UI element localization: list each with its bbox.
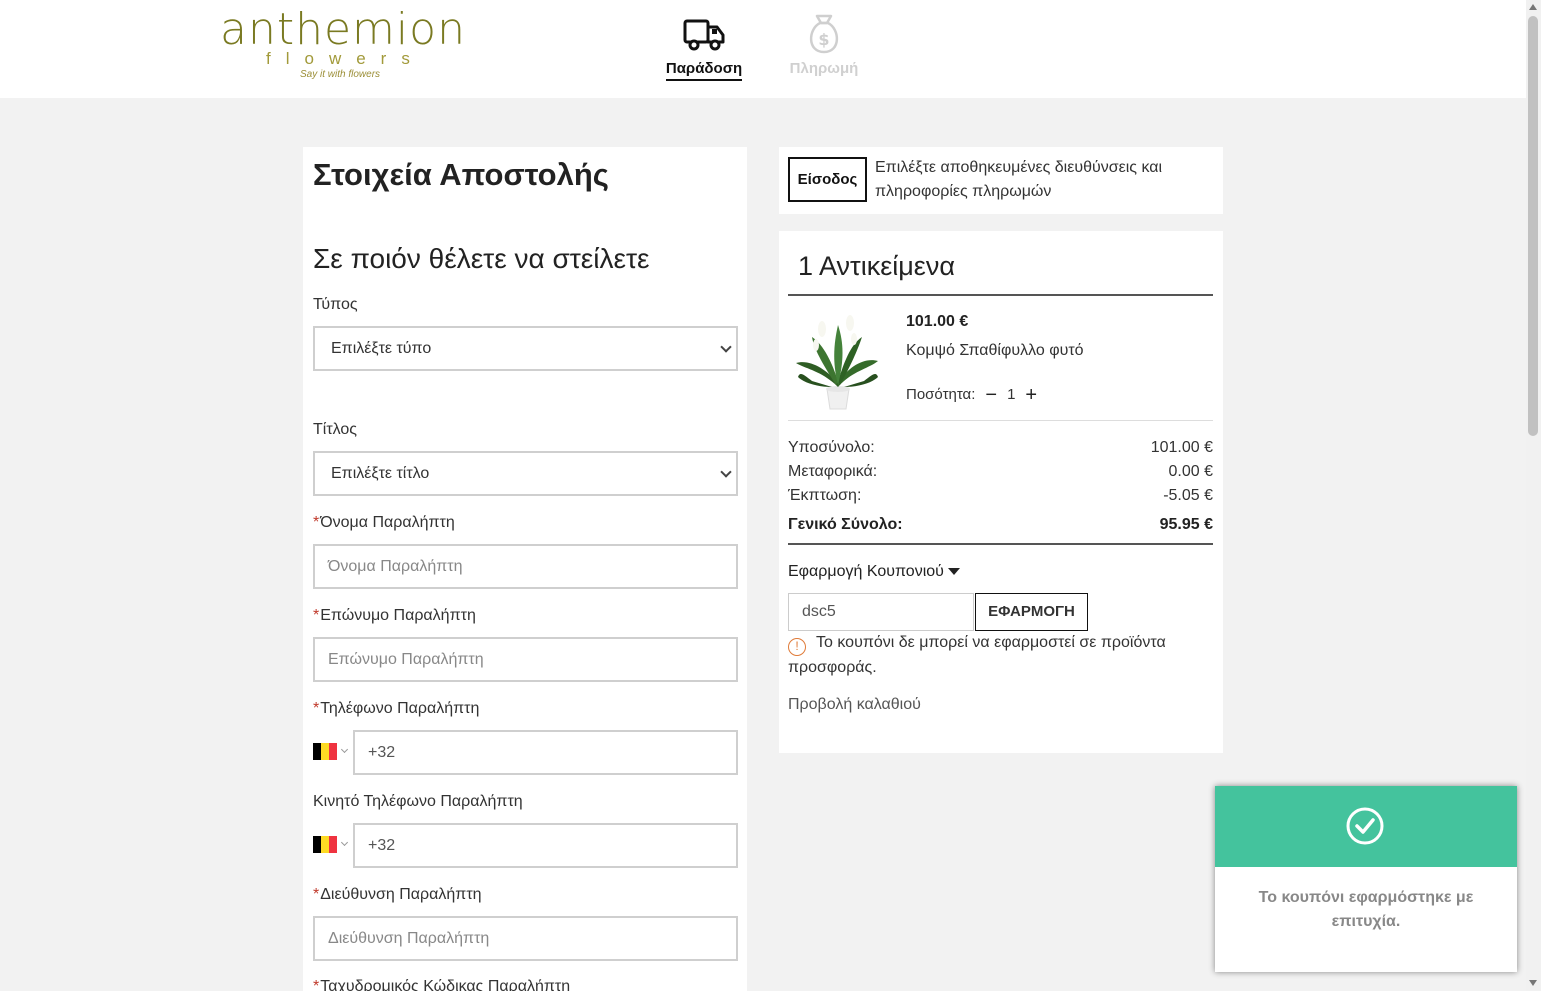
decrease-quantity-button[interactable]: − — [985, 385, 997, 405]
login-description: Επιλέξτε αποθηκευμένες διευθύνσεις και π… — [875, 159, 1163, 200]
coupon-toggle-label: Εφαρμογή Κουπονιού — [788, 563, 944, 580]
address-field[interactable]: Διεύθυνση Παραλήπτη — [313, 916, 738, 961]
scroll-thumb[interactable] — [1528, 16, 1538, 436]
coupon-input[interactable]: dsc5 — [788, 593, 974, 631]
view-cart-link[interactable]: Προβολή καλαθιού — [788, 696, 921, 714]
total-row: Γενικό Σύνολο: 95.95 € — [788, 516, 1213, 534]
scroll-up-icon[interactable] — [1529, 4, 1537, 10]
cart-summary: 1 Αντικείμενα 101.00 € Κομψό Σπαθίφυλλο … — [779, 231, 1223, 753]
page-title: Στοιχεία Αποστολής — [313, 157, 609, 192]
logo-tagline: Say it with flowers — [300, 69, 381, 80]
scroll-down-icon[interactable] — [1529, 980, 1537, 986]
discount-row: Έκπτωση: -5.05 € — [788, 487, 1213, 505]
coupon-error-text: Το κουπόνι δε μπορεί να εφαρμοστεί σε πρ… — [788, 634, 1166, 676]
required-mark: * — [313, 978, 320, 991]
increase-quantity-button[interactable]: + — [1025, 385, 1037, 405]
login-button[interactable]: Είσοδος — [788, 157, 867, 202]
discount-label: Έκπτωση: — [788, 487, 862, 504]
discount-value: -5.05 € — [1163, 487, 1213, 504]
success-toast[interactable]: Το κουπόνι εφαρμόστηκε με επιτυχία. — [1215, 786, 1517, 972]
required-mark: * — [313, 607, 320, 624]
subtotal-value: 101.00 € — [1150, 439, 1213, 456]
subtotal-label: Υποσύνολο: — [788, 439, 875, 456]
check-circle-icon — [1346, 807, 1384, 845]
first-name-field[interactable]: Όνομα Παραλήπτη — [313, 544, 738, 589]
product-image[interactable] — [792, 311, 882, 411]
title-select[interactable]: Επιλέξτε τίτλο — [313, 451, 738, 496]
login-box: Είσοδος Επιλέξτε αποθηκευμένες διευθύνσε… — [779, 147, 1223, 214]
page-scrollbar[interactable] — [1526, 0, 1541, 991]
step-payment[interactable]: $ Πληρωμή — [779, 12, 869, 79]
svg-text:$: $ — [818, 30, 829, 49]
product-name[interactable]: Κομψό Σπαθίφυλλο φυτό — [906, 342, 1084, 360]
shipping-value: 0.00 € — [1168, 463, 1213, 480]
chevron-down-icon — [720, 341, 732, 353]
apply-coupon-button[interactable]: ΕΦΑΡΜΟΓΗ — [975, 593, 1088, 631]
phone-label-text: Τηλέφωνο Παραλήπτη — [320, 700, 480, 717]
title-select-value: Επιλέξτε τίτλο — [331, 465, 430, 482]
shipping-row: Μεταφορικά: 0.00 € — [788, 463, 1213, 481]
warning-icon: ! — [788, 638, 806, 656]
logo-main-text: anthemion — [220, 4, 466, 55]
header: anthemion flowers Say it with flowers Πα… — [0, 0, 1526, 98]
phone-field[interactable]: +32 — [353, 730, 738, 775]
chevron-down-icon — [720, 466, 732, 478]
coupon-toggle[interactable]: Εφαρμογή Κουπονιού — [788, 563, 960, 581]
toast-header — [1215, 786, 1517, 867]
first-name-label-text: Όνομα Παραλήπτη — [320, 514, 455, 531]
title-label: Τίτλος — [313, 421, 358, 438]
quantity-stepper: Ποσότητα: − 1 + — [906, 385, 1037, 405]
last-name-label: *Επώνυμο Παραλήπτη — [313, 607, 476, 625]
belgium-flag-icon[interactable] — [313, 743, 337, 760]
divider — [788, 420, 1213, 421]
cart-title: 1 Αντικείμενα — [798, 251, 955, 281]
address-label-text: Διεύθυνση Παραλήπτη — [320, 886, 482, 903]
money-bag-icon: $ — [809, 14, 839, 54]
postal-label: *Ταχυδρομικός Κώδικας Παραλήπτη — [313, 978, 570, 991]
first-name-label: *Όνομα Παραλήπτη — [313, 514, 455, 532]
country-caret-icon[interactable] — [340, 838, 349, 847]
subtotal-row: Υποσύνολο: 101.00 € — [788, 439, 1213, 457]
caret-down-icon — [947, 568, 960, 576]
last-name-label-text: Επώνυμο Παραλήπτη — [320, 607, 476, 624]
step-delivery-label: Παράδοση — [665, 60, 743, 81]
postal-label-text: Ταχυδρομικός Κώδικας Παραλήπτη — [320, 978, 571, 991]
required-mark: * — [313, 514, 320, 531]
step-delivery[interactable]: Παράδοση — [659, 12, 749, 81]
divider — [788, 294, 1213, 296]
mobile-label: Κινητό Τηλέφωνο Παραλήπτη — [313, 793, 523, 810]
recipient-subtitle: Σε ποιόν θέλετε να στείλετε — [313, 243, 650, 274]
quantity-label: Ποσότητα: — [906, 386, 976, 403]
toast-message: Το κουπόνι εφαρμόστηκε με επιτυχία. — [1258, 889, 1474, 930]
address-label: *Διεύθυνση Παραλήπτη — [313, 886, 482, 904]
shipping-label: Μεταφορικά: — [788, 463, 878, 480]
required-mark: * — [313, 886, 320, 903]
type-label: Τύπος — [313, 296, 358, 313]
last-name-field[interactable]: Επώνυμο Παραλήπτη — [313, 637, 738, 682]
logo-sub-text: flowers — [266, 49, 425, 68]
shipping-form: Στοιχεία Αποστολής Σε ποιόν θέλετε να στ… — [303, 147, 747, 991]
logo[interactable]: anthemion flowers Say it with flowers — [220, 6, 465, 86]
phone-label: *Τηλέφωνο Παραλήπτη — [313, 700, 479, 718]
required-mark: * — [313, 700, 320, 717]
total-label: Γενικό Σύνολο: — [788, 516, 903, 533]
belgium-flag-icon[interactable] — [313, 836, 337, 853]
mobile-field[interactable]: +32 — [353, 823, 738, 868]
truck-icon — [683, 19, 725, 51]
type-select[interactable]: Επιλέξτε τύπο — [313, 326, 738, 371]
mobile-row: +32 — [313, 823, 738, 868]
type-select-value: Επιλέξτε τύπο — [331, 340, 432, 357]
product-price: 101.00 € — [906, 313, 969, 330]
country-caret-icon[interactable] — [340, 745, 349, 754]
quantity-value: 1 — [1007, 386, 1016, 403]
coupon-error-message: ! Το κουπόνι δε μπορεί να εφαρμοστεί σε π… — [788, 631, 1208, 680]
step-payment-label: Πληρωμή — [789, 60, 859, 77]
divider — [788, 543, 1213, 545]
total-value: 95.95 € — [1159, 516, 1213, 533]
phone-row: +32 — [313, 730, 738, 775]
